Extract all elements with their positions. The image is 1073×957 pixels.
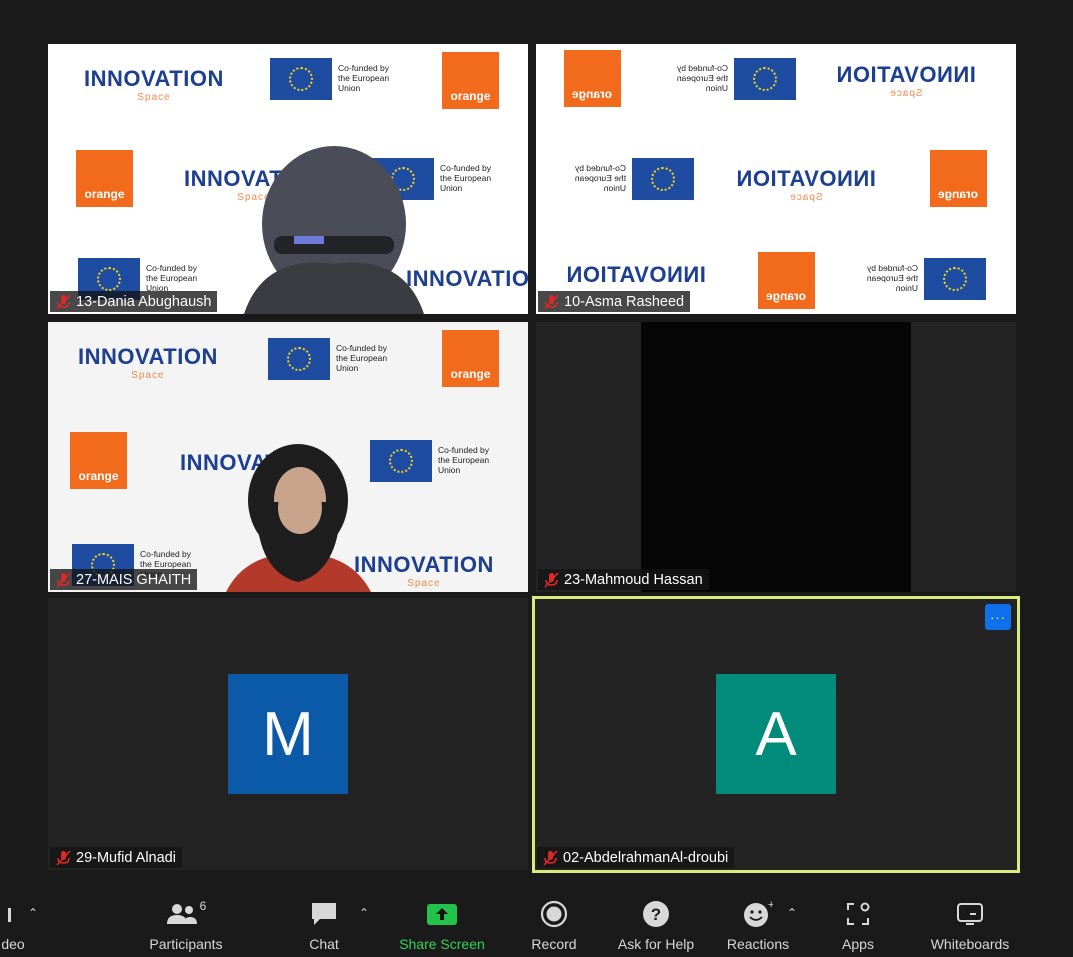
whiteboard-icon (957, 903, 983, 925)
eu-logo: Co-funded by the European Union (564, 158, 694, 200)
reactions-options-caret[interactable]: ⌃ (787, 906, 797, 920)
video-tile-dania[interactable]: INNOVATION Space Co-funded by the Europea… (48, 44, 528, 314)
name-tag: 29-Mufid Alnadi (50, 847, 182, 868)
video-tile-abdelrahman[interactable]: A ··· 02-AbdelrahmanAl-droubi (532, 596, 1020, 873)
orange-logo: orange (442, 52, 499, 109)
record-icon (540, 900, 568, 928)
reactions-button[interactable]: + Reactions (718, 888, 798, 957)
svg-text:?: ? (651, 905, 661, 924)
eu-logo: Co-funded by the European Union (856, 258, 986, 300)
apps-button[interactable]: Apps (828, 888, 888, 957)
participant-video (641, 322, 911, 592)
video-tile-mufid[interactable]: M 29-Mufid Alnadi (48, 598, 528, 870)
share-screen-button[interactable]: Share Screen (392, 888, 492, 957)
innovation-logo: INNOVATION Space (78, 344, 218, 381)
chat-icon (312, 903, 336, 925)
mic-muted-icon (543, 849, 558, 866)
chat-button[interactable]: Chat (294, 888, 354, 957)
innovation-logo: INNOVATION Space (836, 62, 976, 99)
video-tile-mais[interactable]: INNOVATION Space Co-funded by the Europea… (48, 322, 528, 592)
participant-video (226, 444, 371, 592)
name-tag: 13-Dania Abughaush (50, 291, 218, 312)
whiteboards-button[interactable]: Whiteboards (920, 888, 1020, 957)
mic-muted-icon (56, 293, 71, 310)
orange-logo: orange (930, 150, 987, 207)
ask-for-help-button[interactable]: ? Ask for Help (606, 888, 706, 957)
innovation-logo: INNOVATION Space (84, 66, 224, 103)
orange-logo: orange (758, 252, 815, 309)
video-tile-asma[interactable]: orange Co-funded by the European Union I… (536, 44, 1016, 314)
meeting-toolbar: deo ⌃ 6 Participants Chat ⌃ Share Screen… (0, 888, 1073, 957)
name-tag: 23-Mahmoud Hassan (538, 569, 709, 590)
meeting-window: INNOVATION Space Co-funded by the Europea… (0, 0, 1073, 957)
eu-logo: Co-funded by the European Union (666, 58, 796, 100)
video-options-caret[interactable]: ⌃ (28, 906, 38, 920)
orange-logo: orange (442, 330, 499, 387)
avatar: A (716, 674, 836, 794)
participants-count: 6 (199, 899, 207, 913)
name-tag: 02-AbdelrahmanAl-droubi (537, 847, 735, 868)
mic-muted-icon (56, 571, 71, 588)
mic-muted-icon (544, 571, 559, 588)
name-tag: 10-Asma Rasheed (538, 291, 691, 312)
more-options-button[interactable]: ··· (985, 604, 1011, 630)
orange-logo: orange (76, 150, 133, 207)
participant-video (244, 146, 424, 314)
video-button[interactable]: deo (0, 888, 28, 957)
innovation-logo: INNOVATION (566, 262, 706, 287)
mic-muted-icon (544, 293, 559, 310)
chat-options-caret[interactable]: ⌃ (359, 906, 369, 920)
participants-icon (166, 904, 197, 924)
video-tile-mahmoud[interactable]: 23-Mahmoud Hassan (536, 322, 1016, 592)
record-button[interactable]: Record (522, 888, 586, 957)
mic-muted-icon (56, 849, 71, 866)
eu-logo: Co-funded by the European Union (270, 58, 400, 100)
reactions-icon: + (744, 900, 773, 927)
eu-logo: Co-funded by the European Union (268, 338, 398, 380)
eu-logo: Co-funded by the European Union (370, 440, 500, 482)
video-icon (8, 896, 18, 932)
innovation-logo: INNOVATION Space (736, 166, 876, 203)
participants-button[interactable]: 6 Participants (136, 888, 236, 957)
orange-logo: orange (564, 50, 621, 107)
svg-text:+: + (768, 900, 773, 911)
help-icon: ? (643, 901, 669, 927)
orange-logo: orange (70, 432, 127, 489)
share-screen-icon (427, 904, 457, 925)
name-tag: 27-MAIS GHAITH (50, 569, 198, 590)
apps-icon (847, 902, 870, 925)
avatar: M (228, 674, 348, 794)
